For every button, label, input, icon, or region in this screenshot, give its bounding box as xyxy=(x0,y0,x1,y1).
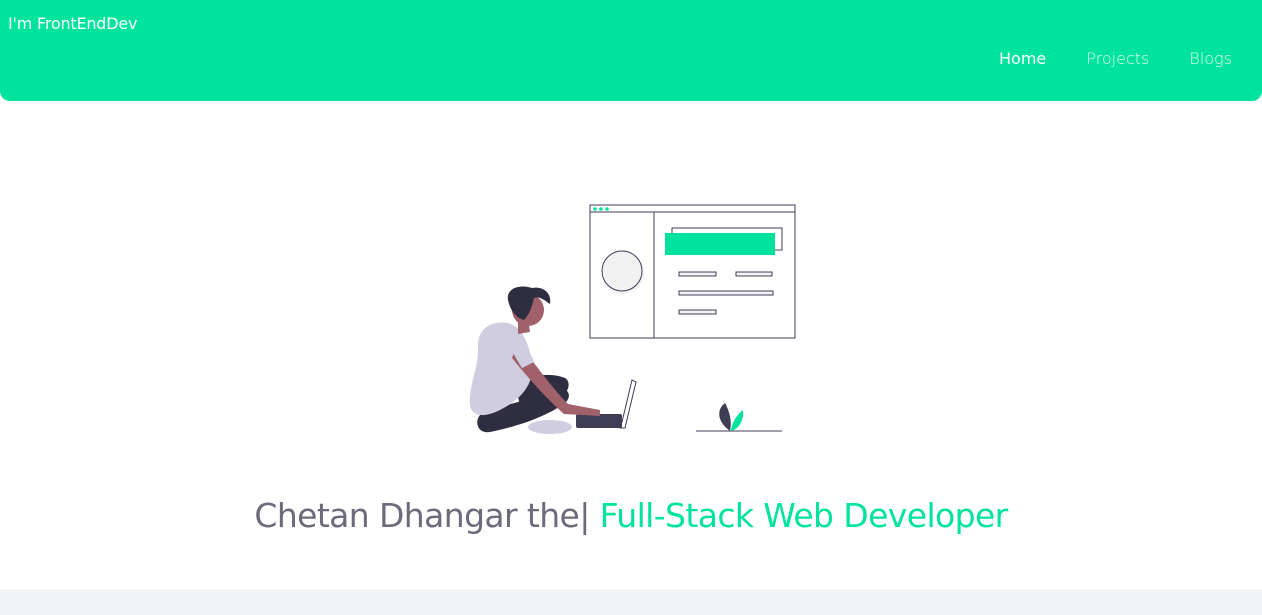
section-divider xyxy=(0,589,1262,615)
nav-link-projects[interactable]: Projects xyxy=(1086,49,1149,68)
developer-illustration xyxy=(469,204,796,434)
typing-cursor: | xyxy=(579,496,590,535)
browser-window-graphic xyxy=(589,204,796,339)
navbar: I'm FrontEndDev Home Projects Blogs xyxy=(0,0,1262,101)
nav-link-home[interactable]: Home xyxy=(999,49,1046,68)
plant-graphic xyxy=(696,403,782,432)
hero-title-name: Chetan Dhangar the xyxy=(254,496,580,535)
hero-title: Chetan Dhangar the| Full-Stack Web Devel… xyxy=(0,496,1262,535)
nav-link-blogs[interactable]: Blogs xyxy=(1189,49,1232,68)
hero-title-role: Full-Stack Web Developer xyxy=(589,496,1009,535)
nav-links: Home Projects Blogs xyxy=(959,49,1232,68)
brand-logo-text[interactable]: I'm FrontEndDev xyxy=(8,14,138,33)
